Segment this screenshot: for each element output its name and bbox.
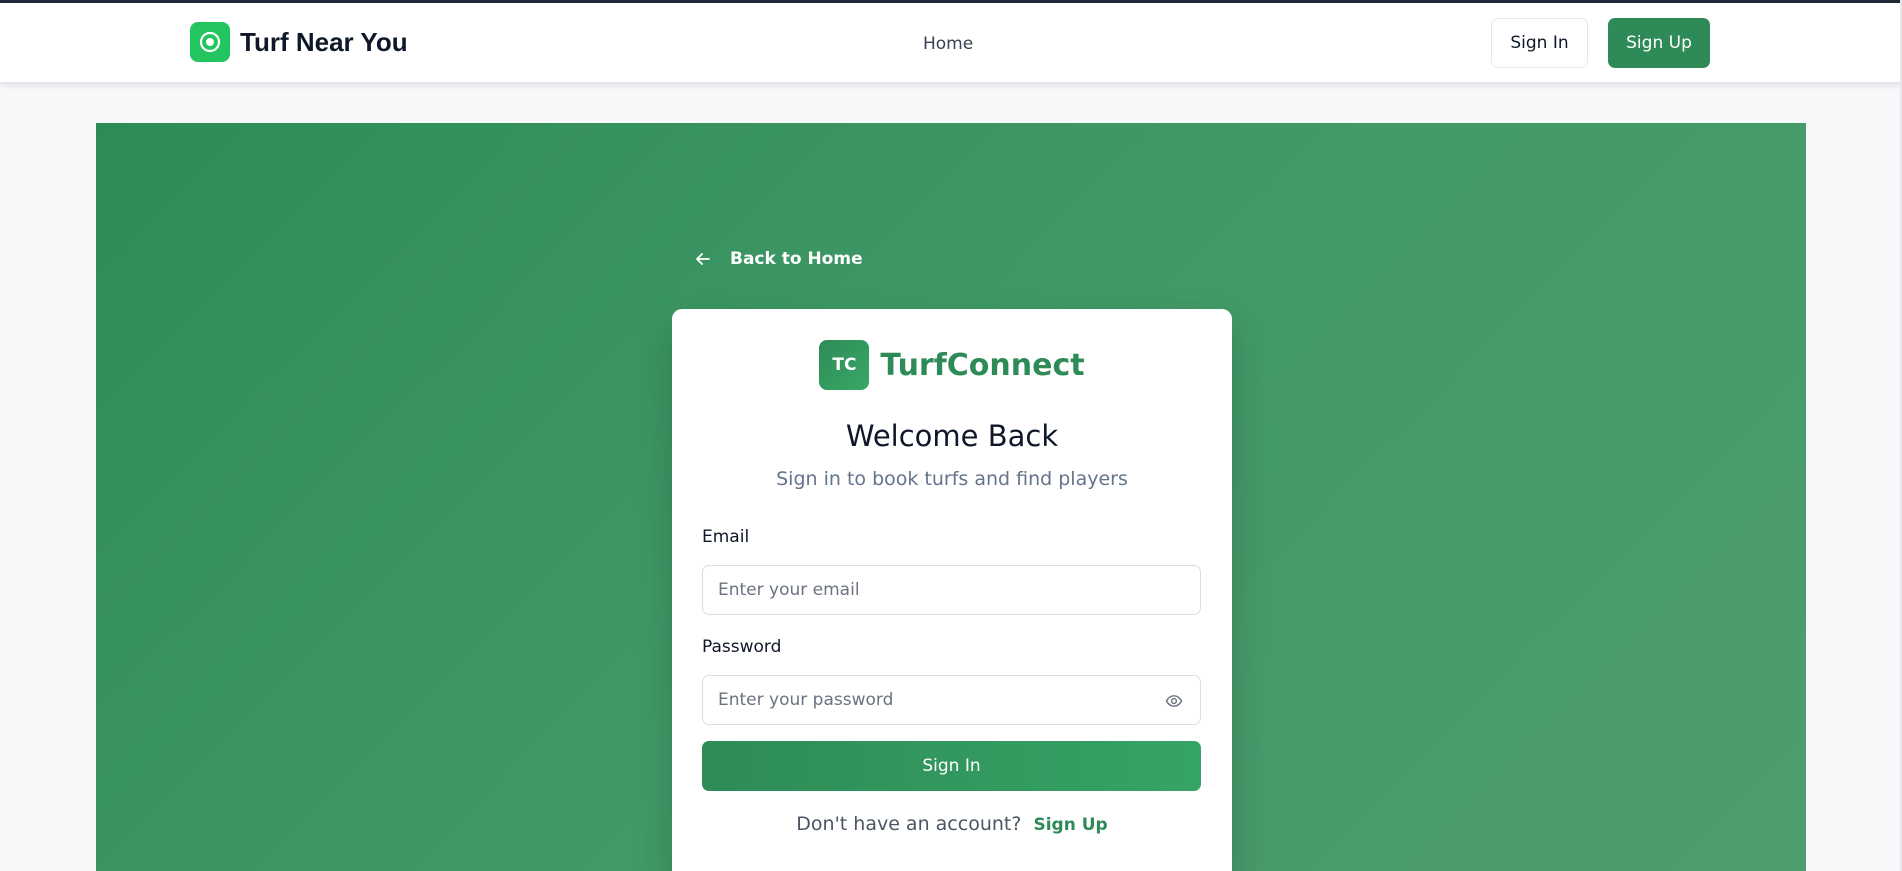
- nav-home-link[interactable]: Home: [923, 34, 973, 54]
- email-label: Email: [702, 527, 750, 547]
- header-sign-up-button[interactable]: Sign Up: [1608, 18, 1710, 68]
- header-sign-in-button[interactable]: Sign In: [1491, 18, 1588, 68]
- page-title: Welcome Back: [845, 419, 1059, 453]
- card-logo: TC TurfConnect: [672, 339, 1232, 391]
- eye-icon[interactable]: [1162, 689, 1186, 713]
- logo-text: TurfConnect: [880, 347, 1085, 383]
- password-field[interactable]: [702, 675, 1201, 725]
- hero-section: Back to Home TC TurfConnect Welcome Back…: [96, 123, 1806, 871]
- sign-in-submit-button[interactable]: Sign In: [702, 741, 1201, 791]
- signup-prompt: Don't have an account? Sign Up: [672, 813, 1232, 835]
- arrow-left-icon: [692, 248, 714, 270]
- signup-prompt-text: Don't have an account?: [796, 813, 1022, 835]
- back-to-home-label: Back to Home: [730, 249, 863, 269]
- brand-logo[interactable]: Turf Near You: [190, 22, 408, 62]
- password-label: Password: [702, 637, 782, 657]
- sign-in-card: TC TurfConnect Welcome Back Sign in to b…: [672, 309, 1232, 871]
- logo-badge: TC: [819, 340, 870, 390]
- back-to-home-link[interactable]: Back to Home: [692, 244, 863, 274]
- site-header: Turf Near You Home Sign In Sign Up: [0, 3, 1902, 83]
- sign-up-link[interactable]: Sign Up: [1033, 815, 1107, 835]
- email-field[interactable]: [702, 565, 1201, 615]
- brand-name: Turf Near You: [240, 26, 408, 57]
- target-icon: [190, 22, 230, 62]
- page-subtitle: Sign in to book turfs and find players: [776, 468, 1128, 490]
